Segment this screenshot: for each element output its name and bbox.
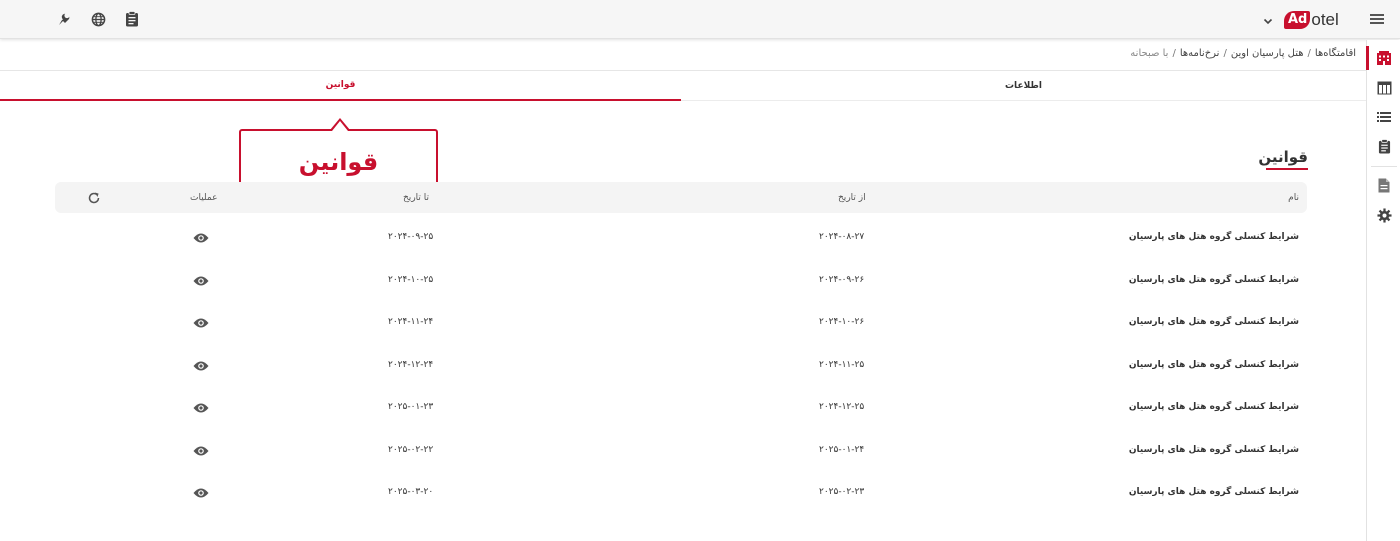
cell-name: شرایط کنسلی گروه هتل های پارسیان	[1128, 317, 1299, 327]
cell-name: شرایط کنسلی گروه هتل های پارسیان	[1128, 445, 1299, 455]
globe-icon[interactable]	[89, 10, 107, 28]
gear-icon[interactable]	[1374, 205, 1394, 225]
breadcrumb-item[interactable]: هتل پارسیان اوین	[1231, 48, 1304, 59]
night-mode-icon[interactable]	[55, 10, 73, 28]
cell-from-date: ۲۰۲۵-۰۱-۲۴	[819, 445, 865, 455]
view-eye-icon[interactable]	[193, 443, 209, 457]
clipboard-icon[interactable]	[1374, 136, 1394, 156]
callout-arrow-fill	[332, 121, 348, 131]
table-icon[interactable]	[1374, 78, 1394, 98]
view-eye-icon[interactable]	[193, 230, 209, 244]
sidebar-divider	[1371, 166, 1397, 167]
cell-from-date: ۲۰۲۴-۱۲-۲۵	[819, 402, 865, 412]
cell-to-date: ۲۰۲۵-۰۳-۲۰	[388, 487, 434, 497]
clipboard-icon[interactable]	[123, 10, 141, 28]
section-title-underline	[1266, 168, 1308, 170]
cell-from-date: ۲۰۲۴-۱۱-۲۵	[819, 360, 865, 370]
cell-from-date: ۲۰۲۴-۰۹-۲۶	[819, 275, 865, 285]
cell-from-date: ۲۰۲۴-۱۰-۲۶	[819, 317, 865, 327]
sidebar	[1366, 40, 1400, 541]
column-header-name: نام	[1288, 192, 1299, 203]
breadcrumb-item[interactable]: نرخ‌نامه‌ها	[1180, 48, 1220, 59]
app-logo: Ad otel	[1284, 8, 1339, 32]
table-row: شرایط کنسلی گروه هتل های پارسیان ۲۰۲۵-۰۲…	[55, 471, 1307, 513]
hamburger-menu-icon[interactable]	[1368, 10, 1386, 28]
column-header-to: تا تاریخ	[403, 192, 430, 203]
cell-to-date: ۲۰۲۴-۱۰-۲۵	[388, 275, 434, 285]
callout-text: قوانین	[298, 147, 379, 176]
table-row: شرایط کنسلی گروه هتل های پارسیان ۲۰۲۵-۰۱…	[55, 429, 1307, 471]
cell-to-date: ۲۰۲۵-۰۲-۲۲	[388, 445, 434, 455]
sidebar-active-indicator	[1366, 46, 1369, 70]
table-row: شرایط کنسلی گروه هتل های پارسیان ۲۰۲۴-۰۹…	[55, 259, 1307, 301]
table-row: شرایط کنسلی گروه هتل های پارسیان ۲۰۲۴-۱۲…	[55, 386, 1307, 428]
table-header: نام از تاریخ تا تاریخ عملیات	[55, 182, 1307, 213]
table-row: شرایط کنسلی گروه هتل های پارسیان ۲۰۲۴-۱۱…	[55, 344, 1307, 386]
tab-info[interactable]: اطلاعات	[681, 71, 1366, 101]
logo-otel: otel	[1311, 10, 1339, 29]
cell-to-date: ۲۰۲۴-۱۲-۲۴	[388, 360, 434, 370]
table-row: شرایط کنسلی گروه هتل های پارسیان ۲۰۲۴-۰۸…	[55, 216, 1307, 258]
cell-name: شرایط کنسلی گروه هتل های پارسیان	[1128, 232, 1299, 242]
breadcrumb: اقامتگاه‌ها/هتل پارسیان اوین/نرخ‌نامه‌ها…	[1130, 48, 1356, 59]
top-bar: Ad otel	[0, 0, 1400, 39]
refresh-icon[interactable]	[87, 190, 101, 204]
view-eye-icon[interactable]	[193, 485, 209, 499]
chevron-down-icon[interactable]	[1262, 12, 1274, 25]
view-eye-icon[interactable]	[193, 400, 209, 414]
column-header-actions: عملیات	[190, 192, 218, 203]
tab-rules[interactable]: قوانین	[0, 71, 681, 101]
cell-name: شرایط کنسلی گروه هتل های پارسیان	[1128, 275, 1299, 285]
cell-name: شرایط کنسلی گروه هتل های پارسیان	[1128, 487, 1299, 497]
section-title: قوانین	[1258, 148, 1308, 166]
column-header-from: از تاریخ	[838, 192, 866, 203]
cell-to-date: ۲۰۲۴-۰۹-۲۵	[388, 232, 434, 242]
breadcrumb-item[interactable]: اقامتگاه‌ها	[1315, 48, 1356, 59]
cell-name: شرایط کنسلی گروه هتل های پارسیان	[1128, 360, 1299, 370]
tab-bar: قوانین اطلاعات	[0, 71, 1366, 101]
cell-to-date: ۲۰۲۵-۰۱-۲۳	[388, 402, 434, 412]
list-icon[interactable]	[1374, 107, 1394, 127]
view-eye-icon[interactable]	[193, 358, 209, 372]
view-eye-icon[interactable]	[193, 315, 209, 329]
cell-from-date: ۲۰۲۵-۰۲-۲۳	[819, 487, 865, 497]
breadcrumb-current: با صبحانه	[1130, 48, 1169, 59]
cell-from-date: ۲۰۲۴-۰۸-۲۷	[819, 232, 865, 242]
table-row: شرایط کنسلی گروه هتل های پارسیان ۲۰۲۴-۱۰…	[55, 301, 1307, 343]
cell-name: شرایط کنسلی گروه هتل های پارسیان	[1128, 402, 1299, 412]
cell-to-date: ۲۰۲۴-۱۱-۲۴	[388, 317, 434, 327]
document-icon[interactable]	[1374, 175, 1394, 195]
hotel-icon[interactable]	[1374, 48, 1394, 68]
view-eye-icon[interactable]	[193, 273, 209, 287]
logo-ad: Ad	[1284, 11, 1311, 29]
